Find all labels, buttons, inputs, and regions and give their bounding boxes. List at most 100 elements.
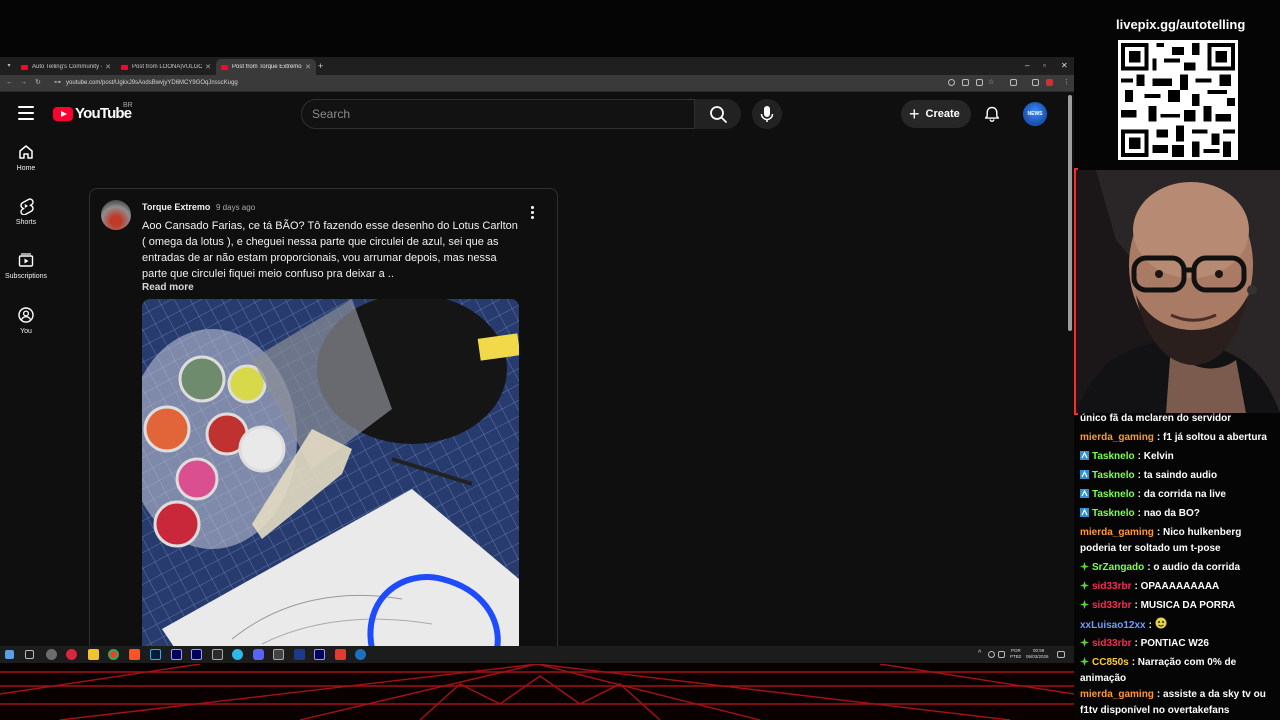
subscriber-badge-icon	[1080, 657, 1089, 666]
app-icon[interactable]	[232, 649, 243, 660]
tab-auto-telling[interactable]: Auto Telling's Community - Yo ✕	[16, 59, 116, 75]
close-tab-icon[interactable]: ✕	[205, 63, 211, 71]
streamer-face-illustration	[1076, 170, 1280, 413]
reload-icon[interactable]: ↻	[35, 78, 41, 88]
media-encoder-icon[interactable]	[191, 649, 202, 660]
brave-icon[interactable]	[129, 649, 140, 660]
notifications-bell-icon[interactable]	[983, 105, 1001, 123]
hamburger-menu-icon[interactable]	[18, 106, 34, 120]
account-avatar[interactable]: NEWS	[1023, 102, 1047, 126]
chat-username[interactable]: Tasknelo	[1092, 508, 1135, 519]
extension-red-icon[interactable]	[1046, 79, 1053, 86]
url-field[interactable]: youtube.com/post/UgkxJ9sAodsBwvjyYD6MCY9…	[66, 78, 238, 88]
page-scrollbar[interactable]	[1066, 93, 1074, 648]
chat-message: mierda_gaming: assiste a da sky tv ou f1…	[1080, 687, 1278, 719]
chat-username[interactable]: sid33rbr	[1092, 600, 1131, 611]
tab-loona[interactable]: Post from LOONA|VULGO GHO ✕	[116, 59, 216, 75]
you-icon	[18, 307, 34, 323]
chat-message: sid33rbr: PONTIAC W26	[1080, 636, 1278, 652]
search-icon	[710, 106, 727, 123]
tab-label: Post from LOONA|VULGO GHO	[132, 64, 202, 70]
close-tab-icon[interactable]: ✕	[105, 63, 111, 71]
chat-username[interactable]: mierda_gaming	[1080, 432, 1154, 443]
forward-icon[interactable]: →	[20, 78, 27, 88]
cast-icon[interactable]	[962, 79, 969, 86]
volume-icon[interactable]	[998, 651, 1005, 658]
youtube-logo[interactable]: YouTube	[53, 105, 132, 122]
post-text: Aoo Cansado Farias, ce tá BÃO? Tô fazend…	[142, 220, 518, 280]
channel-avatar[interactable]	[101, 200, 131, 230]
audition-icon[interactable]	[314, 649, 325, 660]
more-actions-icon[interactable]	[526, 206, 538, 220]
sidebar-item-home[interactable]: Home	[0, 143, 52, 172]
post-image[interactable]	[142, 299, 519, 648]
premiere-icon[interactable]	[171, 649, 182, 660]
youtube-page: YouTube BR Search + Create NEWS Home Sho…	[0, 93, 1074, 648]
network-icon[interactable]	[988, 651, 995, 658]
discord-icon[interactable]	[253, 649, 264, 660]
chat-username[interactable]: Tasknelo	[1092, 489, 1135, 500]
app-icon[interactable]	[46, 649, 57, 660]
livepix-link: livepix.gg/autotelling	[1116, 17, 1246, 32]
search-button[interactable]	[695, 99, 741, 129]
tab-bar: ▾ Auto Telling's Community - Yo ✕ Post f…	[0, 57, 1074, 75]
chat-username[interactable]: CC850s	[1092, 657, 1129, 668]
tab-list-button[interactable]: ▾	[4, 61, 14, 71]
clock-date[interactable]: 06/03/2026	[1026, 654, 1049, 660]
chat-username[interactable]: SrZangado	[1092, 562, 1144, 573]
zoom-icon[interactable]	[948, 79, 955, 86]
back-icon[interactable]: ←	[6, 78, 13, 88]
sidebar-item-shorts[interactable]: Shorts	[0, 197, 52, 226]
scroll-thumb[interactable]	[1068, 95, 1072, 331]
app-icon[interactable]	[355, 649, 366, 660]
search-input[interactable]	[312, 106, 682, 122]
browser-menu-icon[interactable]: ⋮	[1063, 78, 1070, 88]
extension-icon[interactable]	[1010, 79, 1017, 86]
extension-icon[interactable]	[1032, 79, 1039, 86]
task-view-icon[interactable]	[25, 650, 34, 659]
app-icon[interactable]	[212, 649, 223, 660]
app-icon[interactable]	[294, 649, 305, 660]
address-bar-row: ← → ↻ ⊶ youtube.com/post/UgkxJ9sAodsBwvj…	[0, 75, 1074, 92]
chat-text: : ta saindo audio	[1137, 470, 1218, 481]
close-tab-icon[interactable]: ✕	[305, 63, 311, 71]
chat-message: mierda_gaming: Nico hulkenberg poderia t…	[1080, 525, 1278, 557]
chat-username[interactable]: mierda_gaming	[1080, 527, 1154, 538]
tab-torque-extremo[interactable]: Post from Torque Extremo - Yo ✕	[216, 59, 316, 75]
sidebar-item-subscriptions[interactable]: Subscriptions	[0, 251, 52, 280]
file-explorer-icon[interactable]	[88, 649, 99, 660]
chat-username[interactable]: Tasknelo	[1092, 470, 1135, 481]
notifications-icon[interactable]	[1057, 651, 1065, 658]
chat-username[interactable]: xxLuisao12xx	[1080, 620, 1146, 631]
app-icon[interactable]	[273, 649, 284, 660]
keyboard-layout[interactable]: PTB2	[1010, 654, 1021, 660]
chrome-icon[interactable]	[108, 649, 119, 660]
photoshop-icon[interactable]	[150, 649, 161, 660]
read-more-button[interactable]: Read more	[142, 282, 194, 293]
chat-username[interactable]: sid33rbr	[1092, 581, 1131, 592]
site-info-icon[interactable]: ⊶	[54, 78, 61, 88]
chat-username[interactable]: mierda_gaming	[1080, 689, 1154, 700]
post-date[interactable]: 9 days ago	[216, 203, 255, 212]
chat-message: Tasknelo: nao da BO?	[1080, 506, 1278, 522]
channel-name[interactable]: Torque Extremo	[142, 202, 210, 212]
close-window-button[interactable]: ✕	[1061, 60, 1068, 72]
chat-text: : f1 já soltou a abertura	[1156, 432, 1267, 443]
hide-icon[interactable]	[976, 79, 983, 86]
minimize-button[interactable]: –	[1025, 60, 1029, 72]
maximize-button[interactable]: ▫	[1043, 60, 1046, 72]
create-label: Create	[925, 108, 960, 120]
chat-username[interactable]: Tasknelo	[1092, 451, 1135, 462]
create-button[interactable]: + Create	[901, 100, 971, 128]
bookmark-star-icon[interactable]: ☆	[988, 78, 994, 88]
youtube-play-icon	[53, 106, 73, 121]
voice-search-button[interactable]	[752, 99, 782, 129]
new-tab-button[interactable]: +	[318, 60, 323, 72]
chat-username[interactable]: sid33rbr	[1092, 638, 1131, 649]
sidebar-item-you[interactable]: You	[0, 306, 52, 335]
app-icon[interactable]	[66, 649, 77, 660]
app-icon[interactable]	[335, 649, 346, 660]
start-icon[interactable]	[5, 650, 14, 659]
chat-message: SrZangado: o audio da corrida	[1080, 560, 1278, 576]
tray-chevron-icon[interactable]: ^	[978, 650, 981, 657]
